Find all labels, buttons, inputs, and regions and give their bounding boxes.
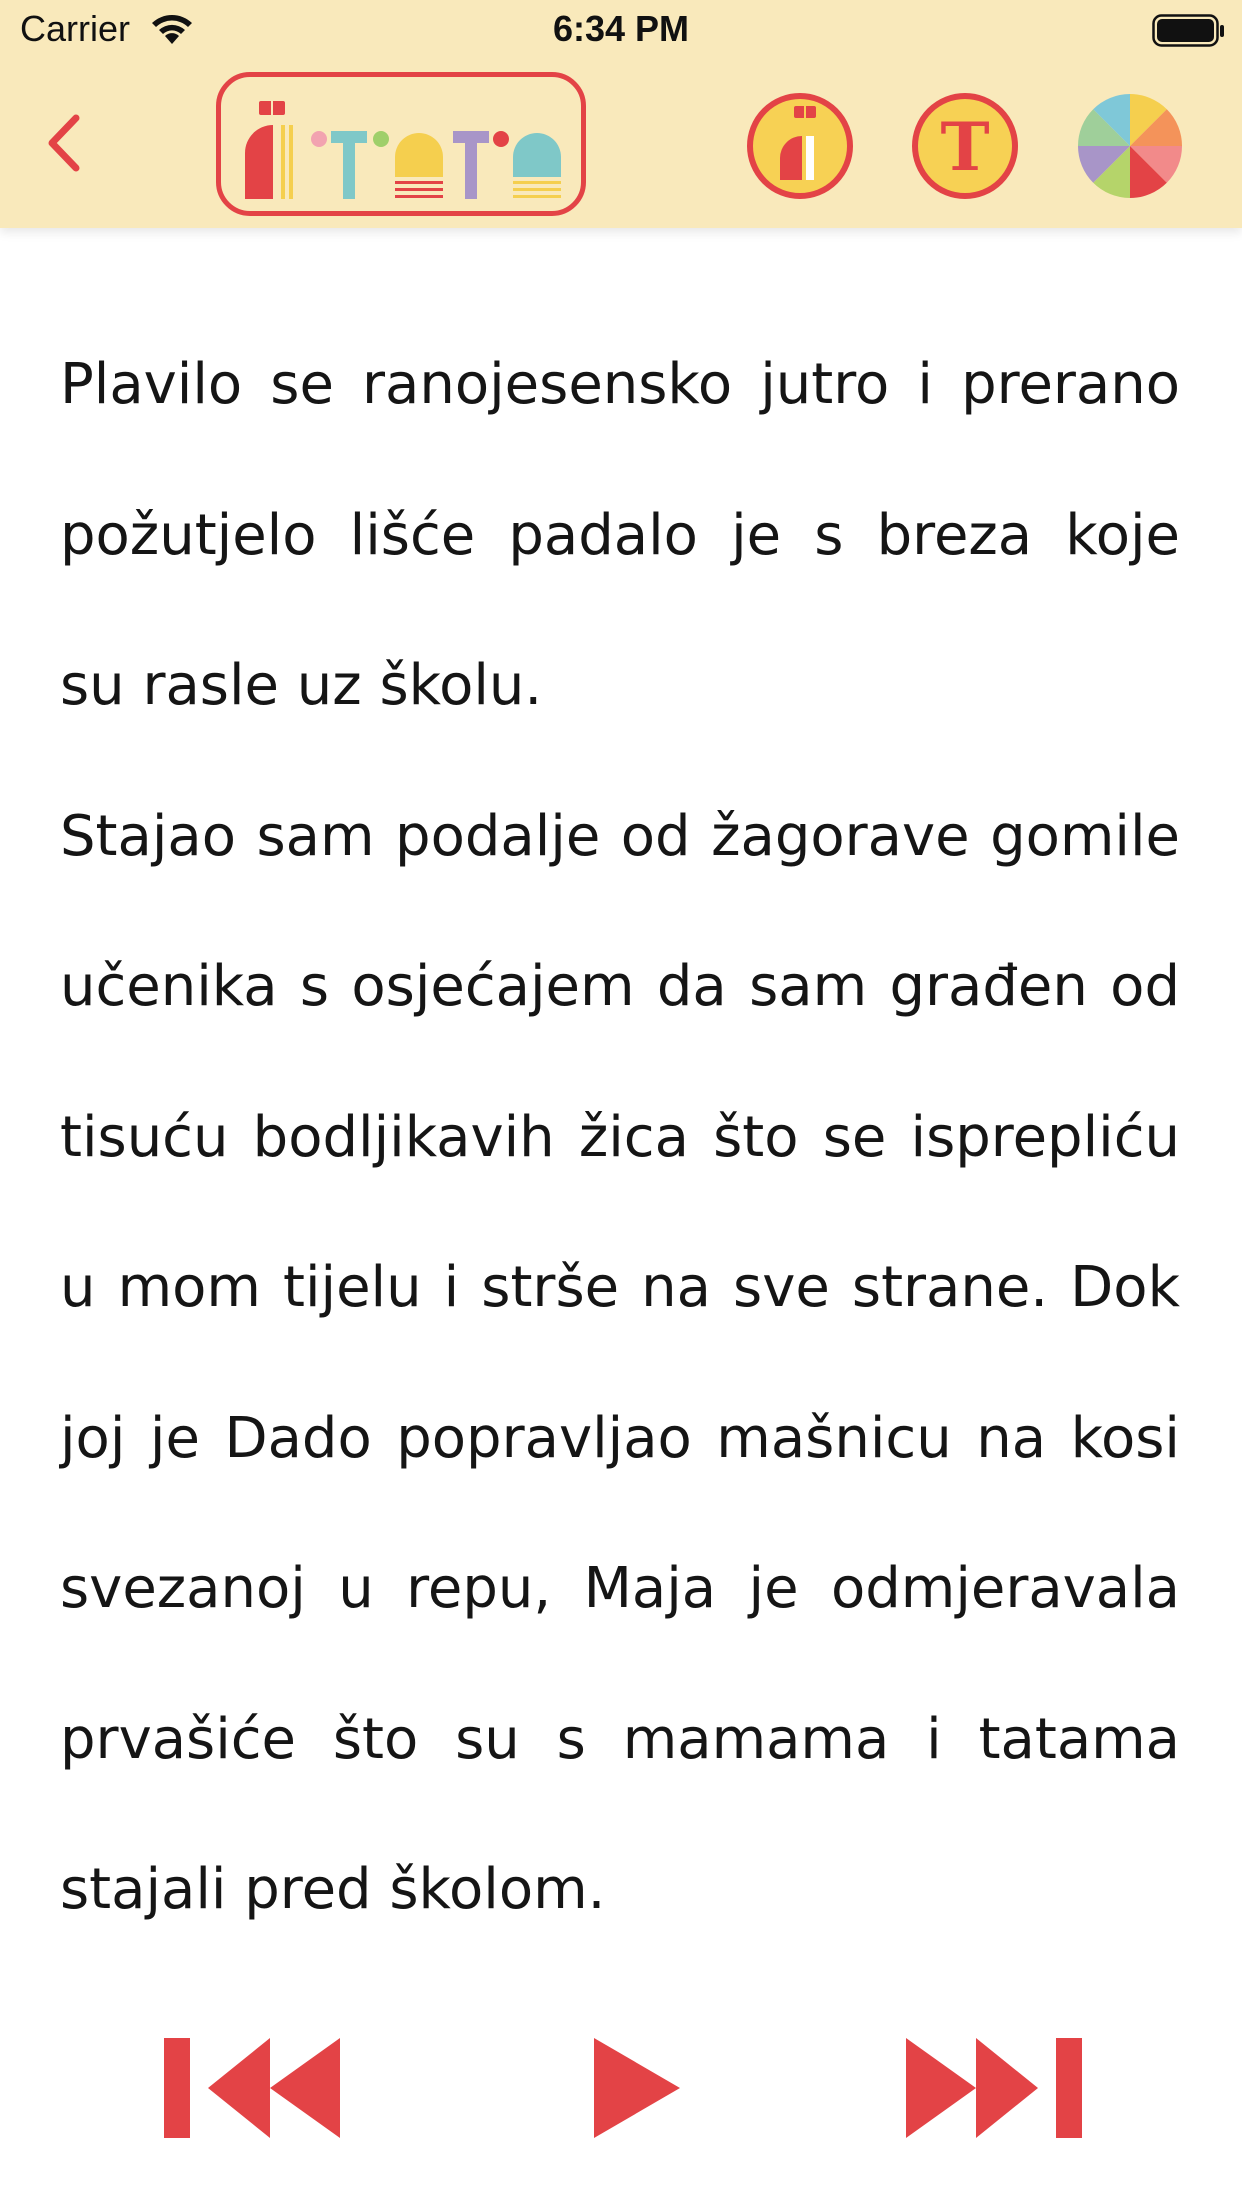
reading-text: Plavilo se ranojesensko jutro i prerano … — [60, 310, 1180, 1966]
text-line: su rasle uz školu. — [60, 653, 543, 718]
text-line: učenika s osjećajem da sam građen od — [60, 954, 1180, 1019]
text-line: Stajao sam podalje od žagorave gomile — [60, 803, 1180, 869]
status-bar: Carrier 6:34 PM — [0, 0, 1242, 62]
play-icon — [594, 2038, 680, 2138]
color-wheel-icon — [1078, 93, 1182, 199]
next-button[interactable] — [902, 2034, 1086, 2144]
playback-controls — [0, 2020, 1242, 2160]
battery-icon — [1152, 14, 1226, 53]
book-info-button[interactable] — [746, 92, 854, 200]
text-line: svezanoj u repu, Maja je odmjeravala — [60, 1556, 1180, 1621]
skip-next-icon — [906, 2038, 1082, 2138]
text-line: Plavilo se ranojesensko jutro i prerano — [60, 352, 1180, 417]
app-logo-icon — [245, 101, 561, 199]
top-bar: Carrier 6:34 PM T — [0, 0, 1242, 228]
chevron-left-icon — [48, 114, 80, 172]
text-line: požutjelo lišće padalo je s breza koje — [60, 502, 1180, 568]
font-icon: T — [912, 93, 1018, 199]
play-button[interactable] — [590, 2034, 684, 2144]
text-line: stajali pred školom. — [60, 1857, 606, 1922]
skip-previous-icon — [164, 2038, 340, 2138]
previous-button[interactable] — [160, 2034, 344, 2144]
status-time: 6:34 PM — [552, 8, 690, 49]
text-line: u mom tijelu i strše na sve strane. Dok — [60, 1255, 1180, 1320]
book-info-icon — [747, 93, 853, 199]
text-line: tisuću bodljikavih žica što se ispreplić… — [60, 1104, 1180, 1170]
font-settings-button[interactable]: T — [911, 92, 1019, 200]
back-button[interactable] — [38, 108, 98, 178]
color-theme-button[interactable] — [1076, 92, 1184, 200]
text-line: prvašiće što su s mamama i tatama — [60, 1706, 1180, 1772]
font-letter: T — [940, 108, 989, 186]
app-logo-button[interactable] — [216, 72, 586, 216]
text-line: joj je Dado popravljao mašnicu na kosi — [60, 1405, 1180, 1471]
